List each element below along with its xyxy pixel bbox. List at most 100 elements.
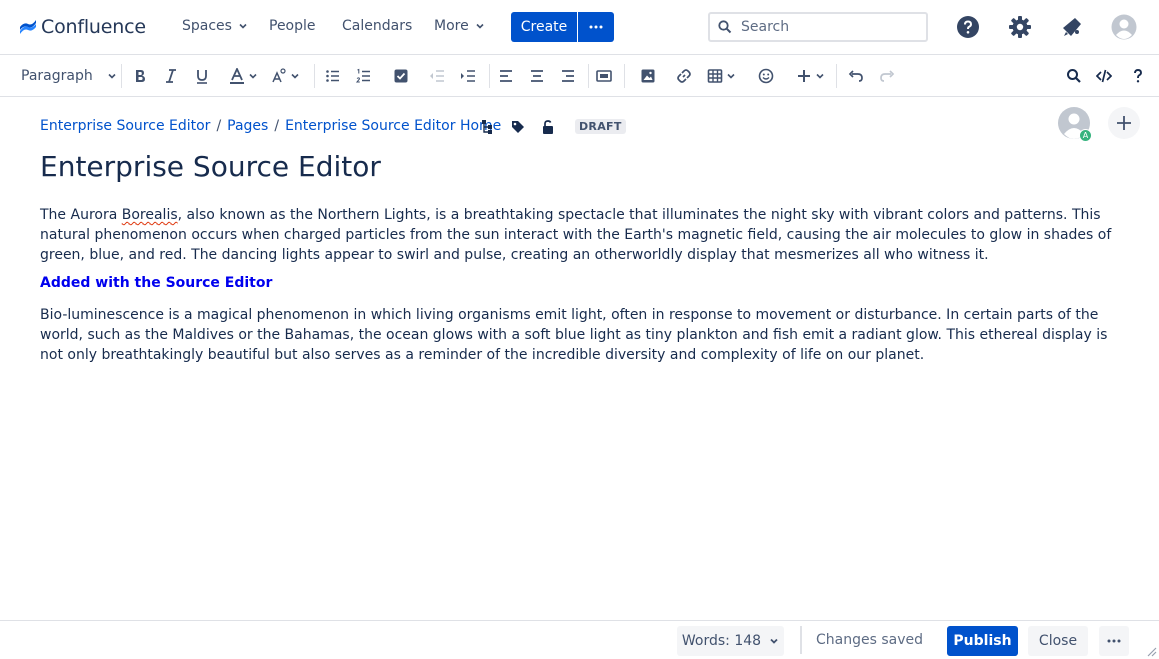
bold-button[interactable] xyxy=(132,66,148,86)
chevron-down-icon xyxy=(770,638,778,644)
search-placeholder: Search xyxy=(741,19,790,35)
help-button[interactable] xyxy=(955,14,981,40)
italic-icon xyxy=(166,69,176,83)
toolbar-divider xyxy=(836,64,837,88)
ellipsis-icon xyxy=(1107,639,1121,643)
invite-collaborator-button[interactable] xyxy=(1108,107,1140,139)
restrictions-unlock-icon[interactable] xyxy=(540,119,556,135)
table-icon xyxy=(707,69,723,83)
nav-more-label: More xyxy=(434,18,469,34)
image-icon xyxy=(641,69,655,83)
align-right-button[interactable] xyxy=(560,66,576,86)
body-paragraph[interactable]: Bio-luminescence is a magical phenomenon… xyxy=(40,305,1120,365)
insert-emoji-button[interactable] xyxy=(758,66,774,86)
align-right-icon xyxy=(562,70,574,82)
breadcrumb-link-home[interactable]: Enterprise Source Editor Home xyxy=(285,118,501,134)
paragraph-style-select[interactable]: Paragraph xyxy=(21,66,117,86)
align-center-icon xyxy=(531,70,543,82)
layout-icon xyxy=(596,70,612,82)
bullet-list-button[interactable] xyxy=(325,66,341,86)
breadcrumb-link-pages[interactable]: Pages xyxy=(227,118,268,134)
misspelled-word[interactable]: Borealis xyxy=(122,207,178,223)
search-icon xyxy=(718,20,732,34)
toolbar-divider xyxy=(489,64,490,88)
chevron-down-icon xyxy=(727,73,735,79)
align-left-icon xyxy=(500,70,512,82)
checkbox-icon xyxy=(394,69,408,83)
profile-button[interactable] xyxy=(1111,14,1137,40)
insert-more-button[interactable] xyxy=(796,66,825,86)
find-replace-button[interactable] xyxy=(1066,66,1082,86)
plus-icon xyxy=(1117,116,1131,130)
insert-link-button[interactable] xyxy=(676,66,692,86)
page-tree-icon[interactable] xyxy=(479,119,495,135)
app-name: Confluence xyxy=(41,16,146,38)
bullet-list-icon xyxy=(326,70,339,82)
avatar-badge: A xyxy=(1079,129,1092,142)
outdent-button[interactable] xyxy=(429,66,445,86)
resize-handle-icon[interactable] xyxy=(1145,645,1157,657)
nav-people[interactable]: People xyxy=(269,18,316,34)
source-editor-heading[interactable]: Added with the Source Editor xyxy=(40,275,272,291)
status-badge: DRAFT xyxy=(575,119,626,134)
breadcrumb-link-space[interactable]: Enterprise Source Editor xyxy=(40,118,210,134)
redo-button[interactable] xyxy=(879,66,895,86)
nav-spaces-label: Spaces xyxy=(182,18,232,34)
notifications-button[interactable] xyxy=(1059,14,1085,40)
search-box[interactable]: Search xyxy=(708,12,928,42)
top-navigation: Confluence Spaces People Calendars More … xyxy=(0,0,1159,55)
more-formatting-button[interactable] xyxy=(271,66,300,86)
breadcrumb-separator: / xyxy=(274,118,280,134)
indent-button[interactable] xyxy=(460,66,476,86)
nav-people-label: People xyxy=(269,18,316,34)
page-title[interactable]: Enterprise Source Editor xyxy=(40,150,381,183)
underline-button[interactable] xyxy=(194,66,210,86)
paragraph-text: The Aurora xyxy=(40,207,122,223)
align-center-button[interactable] xyxy=(529,66,545,86)
editor-toolbar: Paragraph xyxy=(0,56,1159,97)
source-editor-button[interactable] xyxy=(1096,66,1112,86)
search-icon xyxy=(1067,69,1081,83)
text-color-button[interactable] xyxy=(229,66,258,86)
paragraph-text: , also known as the Northern Lights, is … xyxy=(40,207,1112,263)
nav-calendars[interactable]: Calendars xyxy=(342,18,412,34)
more-actions-button[interactable] xyxy=(1099,626,1129,656)
page-layout-button[interactable] xyxy=(596,66,612,86)
nav-spaces[interactable]: Spaces xyxy=(182,18,248,34)
help-icon xyxy=(957,16,979,38)
gear-icon xyxy=(1009,16,1031,38)
indent-icon xyxy=(461,70,475,82)
footer-divider xyxy=(800,626,802,654)
toolbar-divider xyxy=(314,64,315,88)
nav-more[interactable]: More xyxy=(434,18,485,34)
close-button[interactable]: Close xyxy=(1028,626,1088,656)
user-avatar-icon xyxy=(1111,14,1137,40)
undo-icon xyxy=(848,70,863,82)
insert-image-button[interactable] xyxy=(640,66,656,86)
underline-icon xyxy=(197,70,207,84)
toolbar-divider xyxy=(121,64,122,88)
align-left-button[interactable] xyxy=(498,66,514,86)
help-shortcuts-button[interactable] xyxy=(1130,66,1146,86)
body-paragraph[interactable]: The Aurora Borealis, also known as the N… xyxy=(40,205,1120,265)
chevron-down-icon xyxy=(816,73,824,79)
question-icon xyxy=(1134,69,1142,83)
numbered-list-button[interactable] xyxy=(356,66,372,86)
confluence-logo[interactable]: Confluence xyxy=(19,16,146,38)
toolbar-divider xyxy=(624,64,625,88)
task-list-button[interactable] xyxy=(393,66,409,86)
insert-table-button[interactable] xyxy=(707,66,736,86)
create-button[interactable]: Create xyxy=(511,12,577,42)
italic-button[interactable] xyxy=(163,66,179,86)
ellipsis-icon xyxy=(589,25,603,29)
undo-button[interactable] xyxy=(848,66,864,86)
nav-calendars-label: Calendars xyxy=(342,18,413,34)
text-style-icon xyxy=(272,68,286,83)
emoji-icon xyxy=(758,68,774,84)
create-more-button[interactable] xyxy=(578,12,614,42)
word-count-label: Words: 148 xyxy=(681,633,762,649)
word-count-button[interactable]: Words: 148 xyxy=(677,626,784,656)
publish-button[interactable]: Publish xyxy=(947,626,1018,656)
label-tag-icon[interactable] xyxy=(510,119,526,135)
settings-button[interactable] xyxy=(1007,14,1033,40)
